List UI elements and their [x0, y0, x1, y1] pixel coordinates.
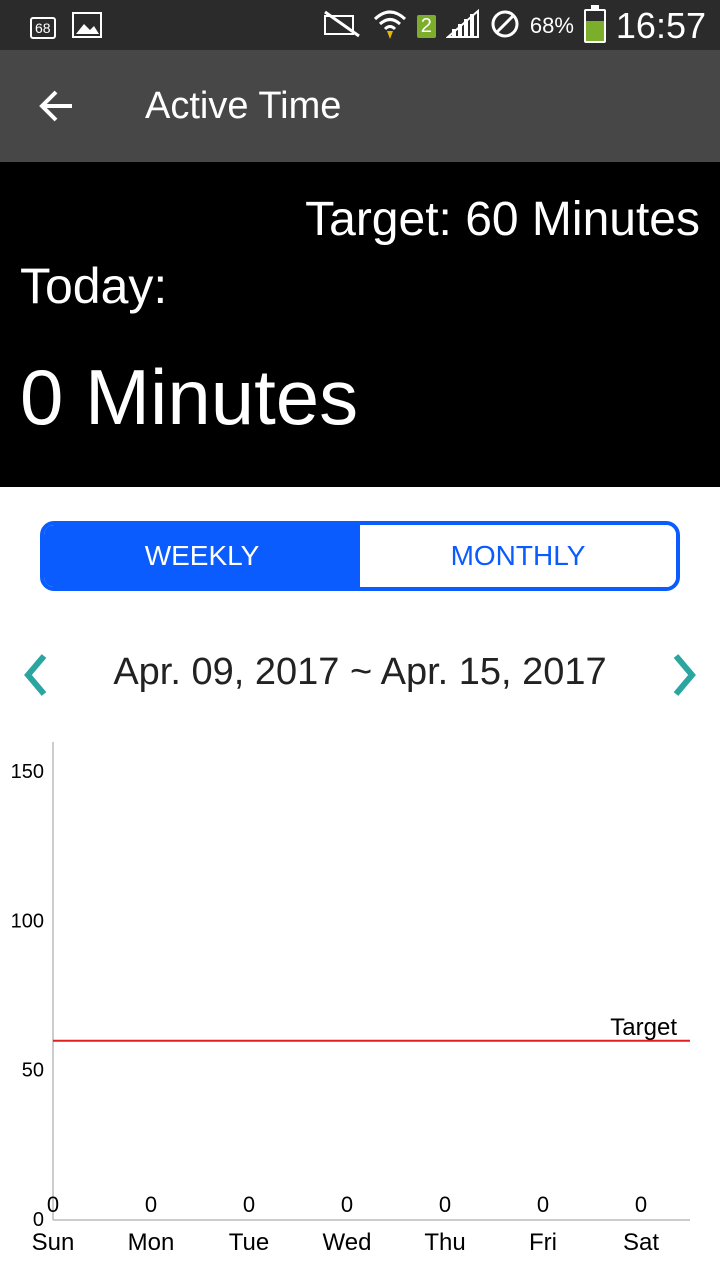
y-tick-label: 100 — [11, 910, 44, 932]
y-tick-label: 150 — [11, 761, 44, 783]
battery-percent: 68% — [529, 13, 574, 38]
x-tick-label: Sun — [32, 1229, 75, 1256]
bar-value-label: 0 — [537, 1192, 549, 1217]
status-bar: 68 2 68% 16:57 — [0, 0, 720, 50]
bar-value-label: 0 — [341, 1192, 353, 1217]
bar-value-label: 0 — [243, 1192, 255, 1217]
weekly-tab[interactable]: WEEKLY — [44, 525, 360, 587]
summary-panel: Target: 60 Minutes Today: 0 Minutes — [0, 162, 720, 487]
bar-value-label: 0 — [635, 1192, 647, 1217]
target-text: Target: 60 Minutes — [305, 193, 700, 246]
target-label: Target — [610, 1014, 677, 1041]
active-time-chart: 050100150Target0Sun0Mon0Tue0Wed0Thu0Fri0… — [11, 742, 690, 1256]
do-not-disturb-icon — [490, 9, 520, 44]
y-tick-label: 0 — [33, 1209, 44, 1231]
period-toggle: WEEKLY MONTHLY — [40, 521, 680, 591]
x-tick-label: Mon — [128, 1229, 175, 1256]
today-value: 0 Minutes — [20, 353, 359, 441]
arrow-left-icon — [39, 90, 72, 122]
bar-value-label: 0 — [439, 1192, 451, 1217]
signal-icon — [445, 8, 480, 44]
image-icon — [71, 12, 102, 43]
bar-value-label: 0 — [145, 1192, 157, 1217]
date-range-navigator: Apr. 09, 2017 ~ Apr. 15, 2017 — [0, 640, 720, 704]
next-week-button[interactable] — [660, 646, 710, 696]
nfc-muted-icon — [323, 10, 363, 43]
x-tick-label: Thu — [424, 1229, 465, 1256]
x-tick-label: Fri — [529, 1229, 557, 1256]
x-tick-label: Tue — [229, 1229, 269, 1256]
y-tick-label: 50 — [22, 1060, 44, 1082]
chevron-right-icon — [673, 654, 696, 696]
app-bar: Active Time — [0, 50, 720, 162]
clock: 16:57 — [615, 5, 706, 46]
date-range-label: Apr. 09, 2017 ~ Apr. 15, 2017 — [113, 651, 607, 693]
monthly-tab[interactable]: MONTHLY — [360, 525, 676, 587]
back-button[interactable] — [32, 82, 80, 130]
notification-badge-icon: 68 — [30, 16, 56, 39]
wifi-icon — [373, 7, 407, 46]
sim-2-icon: 2 — [416, 14, 436, 38]
page-title: Active Time — [145, 85, 342, 127]
x-tick-label: Sat — [623, 1229, 659, 1256]
today-label: Today: — [20, 258, 168, 314]
x-tick-label: Wed — [323, 1229, 372, 1256]
battery-icon — [583, 5, 606, 43]
bar-value-label: 0 — [47, 1192, 59, 1217]
